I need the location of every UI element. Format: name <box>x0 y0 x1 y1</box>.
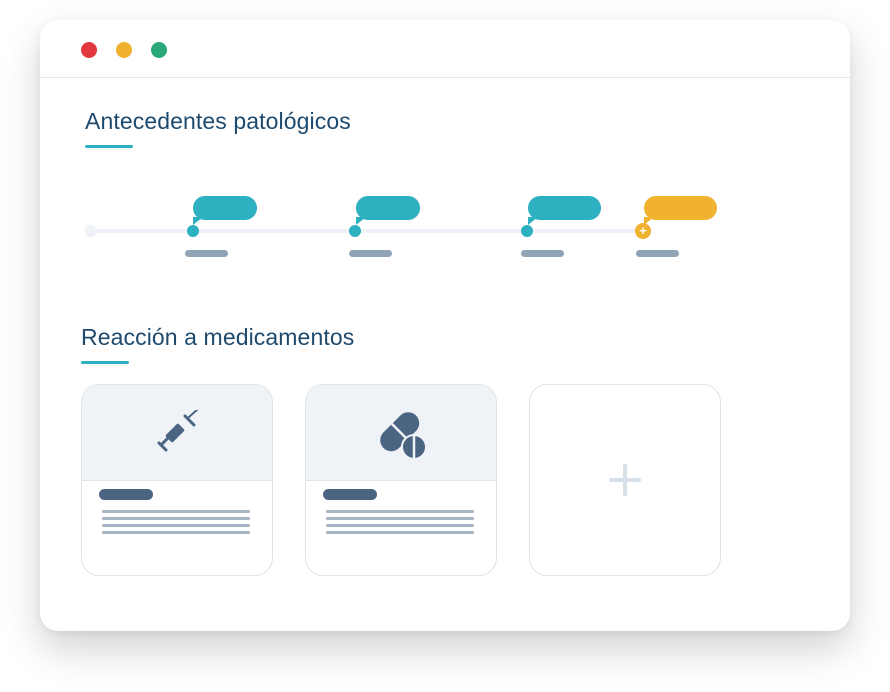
timeline-event-bubble[interactable] <box>193 196 257 225</box>
timeline-event-date-placeholder <box>521 250 564 257</box>
card-text-line <box>326 517 474 520</box>
close-window-button[interactable] <box>81 42 97 58</box>
card-title-placeholder <box>323 489 377 500</box>
card-text-line <box>326 531 474 534</box>
drug-reactions-underline <box>81 361 129 364</box>
timeline-event-node[interactable] <box>521 225 533 237</box>
drug-reaction-card[interactable] <box>305 384 497 576</box>
timeline-event-bubble[interactable] <box>528 196 601 225</box>
title-bar <box>40 20 850 78</box>
card-icon-area <box>306 385 496 481</box>
syringe-icon <box>157 410 199 452</box>
timeline-track <box>91 229 644 233</box>
timeline-event-node[interactable] <box>349 225 361 237</box>
card-text-line <box>102 510 250 513</box>
bubble-tail <box>528 217 538 225</box>
pills-icon <box>380 412 427 460</box>
timeline-event-node[interactable] <box>187 225 199 237</box>
timeline-start-node <box>85 225 97 237</box>
timeline-add-bubble[interactable] <box>644 196 717 225</box>
add-drug-reaction-card[interactable] <box>529 384 721 576</box>
maximize-window-button[interactable] <box>151 42 167 58</box>
timeline-event-date-placeholder <box>349 250 392 257</box>
minimize-window-button[interactable] <box>116 42 132 58</box>
pathological-history-title: Antecedentes patológicos <box>85 108 351 134</box>
bubble-tail <box>193 217 203 225</box>
drug-reaction-card[interactable] <box>81 384 273 576</box>
card-text-line <box>326 510 474 513</box>
card-icon-area <box>82 385 272 481</box>
app-window: Antecedentes patológicos + Reacción a me… <box>40 20 850 631</box>
timeline-event-bubble[interactable] <box>356 196 420 225</box>
card-text-line <box>102 517 250 520</box>
timeline-add-date-placeholder <box>636 250 679 257</box>
pathological-history-underline <box>85 145 133 148</box>
card-text-line <box>102 524 250 527</box>
card-text-line <box>326 524 474 527</box>
bubble-tail <box>356 217 366 225</box>
plus-icon <box>609 464 641 496</box>
drug-reactions-title: Reacción a medicamentos <box>81 324 355 350</box>
timeline-event-date-placeholder <box>185 250 228 257</box>
card-text-line <box>102 531 250 534</box>
card-title-placeholder <box>99 489 153 500</box>
timeline-add-node[interactable]: + <box>635 223 651 239</box>
